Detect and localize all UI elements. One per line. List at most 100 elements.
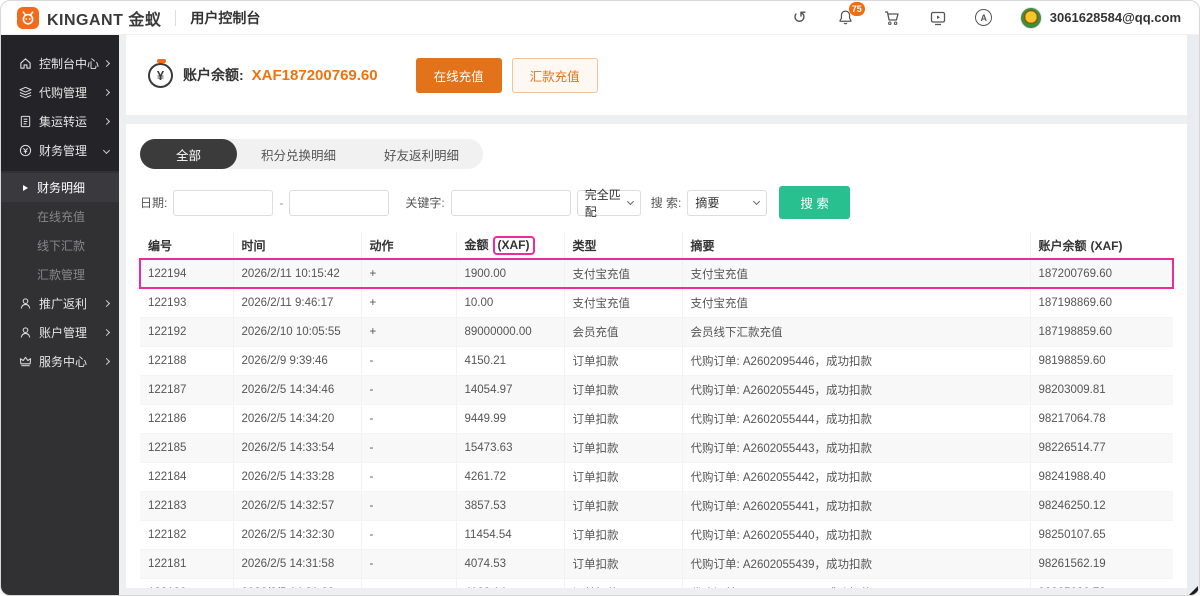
sidebar-subitem-offline-remittance[interactable]: 线下汇款 <box>1 231 119 260</box>
table-row[interactable]: 1221932026/2/11 9:46:17+10.00支付宝充值支付宝充值1… <box>140 288 1173 317</box>
sidebar-item-console-center[interactable]: 控制台中心 <box>1 49 119 78</box>
table-cell: - <box>361 346 456 375</box>
table-cell: 98265636.72 <box>1030 578 1173 588</box>
table-cell: + <box>361 288 456 317</box>
table-cell: 订单扣款 <box>564 491 682 520</box>
table-row[interactable]: 1221832026/2/5 14:32:57-3857.53订单扣款代购订单:… <box>140 491 1173 520</box>
records-card: 全部 积分兑换明细 好友返利明细 日期: - 关键字: 完全匹配 <box>126 124 1187 588</box>
document-icon <box>18 115 32 129</box>
table-cell: 2026/2/5 14:34:46 <box>233 375 361 404</box>
table-row[interactable]: 1221802026/2/5 14:31:29-4162.14订单扣款代购订单:… <box>140 578 1173 588</box>
table-row[interactable]: 1221862026/2/5 14:34:20-9449.99订单扣款代购订单:… <box>140 404 1173 433</box>
table-cell: 2026/2/5 14:31:58 <box>233 549 361 578</box>
user-icon <box>18 326 32 340</box>
table-cell: - <box>361 549 456 578</box>
sidebar-item-daigou-management[interactable]: 代购管理 <box>1 78 119 107</box>
table-cell: - <box>361 491 456 520</box>
table-row[interactable]: 1221822026/2/5 14:32:30-11454.54订单扣款代购订单… <box>140 520 1173 549</box>
search-field-select[interactable]: 摘要 <box>687 190 767 216</box>
mouse-cursor <box>1189 586 1198 595</box>
tab-points-exchange-detail[interactable]: 积分兑换明细 <box>237 139 360 169</box>
table-cell: 订单扣款 <box>564 433 682 462</box>
service-icon <box>18 355 32 369</box>
table-cell: 122182 <box>140 520 233 549</box>
monitor-icon[interactable] <box>928 8 948 28</box>
table-cell: 支付宝充值 <box>564 259 682 288</box>
sidebar: 控制台中心 代购管理 集运转运 财务管理 <box>1 35 119 596</box>
table-cell: 98250107.65 <box>1030 520 1173 549</box>
table-cell: 122192 <box>140 317 233 346</box>
chevron-right-icon <box>103 89 110 96</box>
notification-badge: 75 <box>849 2 865 16</box>
tab-all[interactable]: 全部 <box>140 139 237 169</box>
sidebar-item-consolidated-shipping[interactable]: 集运转运 <box>1 107 119 136</box>
table-cell: 98246250.12 <box>1030 491 1173 520</box>
transactions-table: 编号时间动作金额(XAF)类型摘要账户余额(XAF) 1221942026/2/… <box>140 232 1173 588</box>
column-header: 类型 <box>564 232 682 259</box>
circle-a-icon[interactable]: A <box>974 8 994 28</box>
chevron-right-icon <box>103 60 110 67</box>
date-label: 日期: <box>140 194 167 211</box>
search-button[interactable]: 搜 索 <box>779 186 849 219</box>
sidebar-item-promotion-rebate[interactable]: 推广返利 <box>1 289 119 318</box>
table-cell: 98226514.77 <box>1030 433 1173 462</box>
table-cell: 代购订单: A2602055442，成功扣款 <box>682 462 1030 491</box>
table-row[interactable]: 1221882026/2/9 9:39:46-4150.21订单扣款代购订单: … <box>140 346 1173 375</box>
sidebar-subitem-remittance-management[interactable]: 汇款管理 <box>1 260 119 289</box>
table-cell: 187198859.60 <box>1030 317 1173 346</box>
column-header: 编号 <box>140 232 233 259</box>
sidebar-item-finance-management[interactable]: 财务管理 <box>1 136 119 165</box>
table-cell: 支付宝充值 <box>682 259 1030 288</box>
table-row[interactable]: 1221852026/2/5 14:33:54-15473.63订单扣款代购订单… <box>140 433 1173 462</box>
online-recharge-button[interactable]: 在线充值 <box>416 58 502 93</box>
table-cell: 98203009.81 <box>1030 375 1173 404</box>
column-header: 时间 <box>233 232 361 259</box>
filter-bar: 日期: - 关键字: 完全匹配 搜 索: 摘要 <box>140 186 1173 219</box>
table-row[interactable]: 1221812026/2/5 14:31:58-4074.53订单扣款代购订单:… <box>140 549 1173 578</box>
table-cell: 89000000.00 <box>456 317 564 346</box>
table-row[interactable]: 1221922026/2/10 10:05:55+89000000.00会员充值… <box>140 317 1173 346</box>
table-cell: 代购订单: A2602055440，成功扣款 <box>682 520 1030 549</box>
table-cell: 代购订单: A2602055443，成功扣款 <box>682 433 1030 462</box>
avatar <box>1020 7 1042 29</box>
sidebar-item-service-center[interactable]: 服务中心 <box>1 347 119 376</box>
table-row[interactable]: 1221942026/2/11 10:15:42+1900.00支付宝充值支付宝… <box>140 259 1173 288</box>
table-cell: 1900.00 <box>456 259 564 288</box>
table-row[interactable]: 1221842026/2/5 14:33:28-4261.72订单扣款代购订单:… <box>140 462 1173 491</box>
chevron-down-icon <box>753 198 760 205</box>
table-row[interactable]: 1221872026/2/5 14:34:46-14054.97订单扣款代购订单… <box>140 375 1173 404</box>
date-separator: - <box>279 196 283 210</box>
tab-friend-rebate-detail[interactable]: 好友返利明细 <box>360 139 483 169</box>
table-cell: 会员充值 <box>564 317 682 346</box>
table-cell: 订单扣款 <box>564 549 682 578</box>
ant-logo-icon <box>17 7 39 29</box>
active-triangle-icon <box>23 185 28 191</box>
history-icon[interactable]: ↺ <box>790 8 810 28</box>
finance-icon <box>18 144 32 158</box>
remit-recharge-button[interactable]: 汇款充值 <box>512 58 598 93</box>
scrollbar-track[interactable] <box>1187 35 1199 595</box>
table-cell: 代购订单: A2602055445，成功扣款 <box>682 375 1030 404</box>
balance-label: 账户余额: <box>183 65 244 85</box>
date-end-input[interactable] <box>289 190 389 216</box>
table-cell: 代购订单: A2602055444，成功扣款 <box>682 404 1030 433</box>
date-start-input[interactable] <box>173 190 273 216</box>
table-cell: - <box>361 404 456 433</box>
table-cell: 10.00 <box>456 288 564 317</box>
user-chip[interactable]: 3061628584@qq.com <box>1020 7 1181 29</box>
sidebar-subitem-online-recharge[interactable]: 在线充值 <box>1 202 119 231</box>
sidebar-subitem-finance-detail[interactable]: 财务明细 <box>1 173 119 202</box>
table-cell: 2026/2/5 14:33:28 <box>233 462 361 491</box>
table-cell: 代购订单: A2602055439，成功扣款 <box>682 549 1030 578</box>
match-mode-select[interactable]: 完全匹配 <box>577 190 641 216</box>
notification-bell-icon[interactable]: 75 <box>836 8 856 28</box>
table-cell: 122193 <box>140 288 233 317</box>
main-content: ¥ 账户余额: XAF187200769.60 在线充值 汇款充值 全部 积分兑… <box>119 35 1199 596</box>
sidebar-item-account-management[interactable]: 账户管理 <box>1 318 119 347</box>
table-cell: 2026/2/5 14:32:57 <box>233 491 361 520</box>
cart-icon[interactable] <box>882 8 902 28</box>
table-header-row: 编号时间动作金额(XAF)类型摘要账户余额(XAF) <box>140 232 1173 259</box>
table-cell: 代购订单: A2602055438，成功扣款 <box>682 578 1030 588</box>
table-cell: - <box>361 462 456 491</box>
keyword-input[interactable] <box>451 190 571 216</box>
